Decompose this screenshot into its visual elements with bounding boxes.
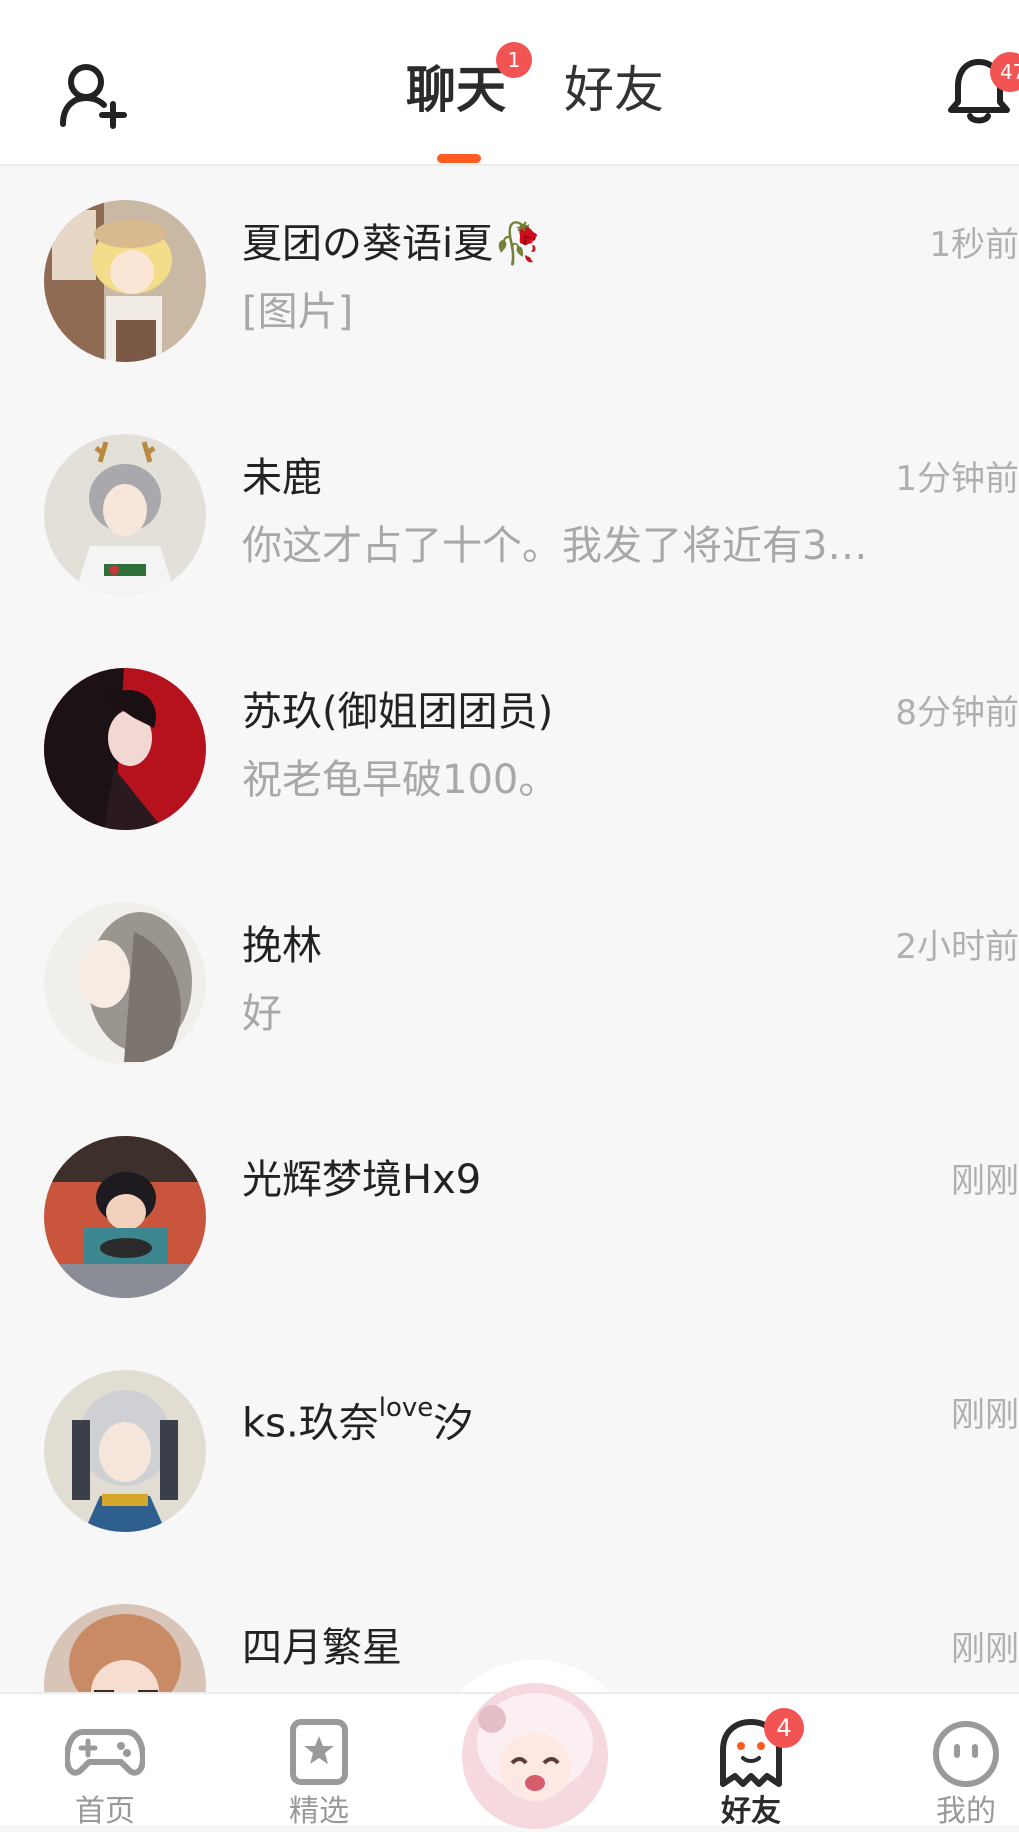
message-time: 刚刚 (951, 1395, 1019, 1435)
message-preview: [图片] (242, 289, 354, 335)
conversation-row[interactable]: 未鹿 你这才占了十个。我发了将近有3… 1分钟前 (0, 400, 1019, 634)
message-preview: 祝老龟早破100。 (242, 757, 559, 803)
nav-label: 首页 (75, 1794, 135, 1829)
conversation-row[interactable]: 光辉梦境Hx9 刚刚 (0, 1102, 1019, 1336)
conversation-row[interactable]: ks.玖奈love汐 刚刚 (0, 1336, 1019, 1570)
message-time: 8分钟前 (895, 693, 1019, 733)
avatar[interactable] (44, 668, 206, 830)
tab-bar: 聊天 1 好友 (0, 0, 1019, 164)
avatar[interactable] (44, 1370, 206, 1532)
contact-name: 未鹿 (242, 455, 322, 501)
avatar[interactable] (44, 902, 206, 1064)
contact-name: 苏玖(御姐团团员) (242, 689, 554, 735)
active-tab-indicator (437, 154, 481, 163)
avatar[interactable] (44, 1136, 206, 1298)
message-time: 刚刚 (951, 1161, 1019, 1201)
top-bar: 聊天 1 好友 47 (0, 0, 1019, 166)
message-time: 刚刚 (951, 1629, 1019, 1669)
friends-badge: 4 (764, 1708, 804, 1748)
conversation-row[interactable]: 挽林 好 2小时前 (0, 868, 1019, 1102)
nav-label: 我的 (936, 1794, 996, 1829)
conversation-row[interactable]: 苏玖(御姐团团员) 祝老龟早破100。 8分钟前 (0, 634, 1019, 868)
tab-friends[interactable]: 好友 (564, 60, 664, 120)
star-bookmark-icon (290, 1719, 348, 1785)
gamepad-icon (65, 1729, 145, 1776)
conversation-row[interactable]: 夏团の葵语i夏🥀 [图片] 1秒前 (0, 166, 1019, 400)
nav-friends[interactable]: 4 好友 (676, 1694, 826, 1829)
nav-featured[interactable]: 精选 (244, 1694, 394, 1829)
nav-label: 好友 (721, 1794, 781, 1829)
tab-chat[interactable]: 聊天 (406, 60, 506, 120)
chat-unread-badge: 1 (496, 42, 532, 78)
avatar[interactable] (44, 200, 206, 362)
contact-name: 光辉梦境Hx9 (242, 1157, 482, 1203)
avatar[interactable] (44, 434, 206, 596)
nav-home[interactable]: 首页 (30, 1694, 180, 1829)
nav-label: 精选 (289, 1794, 349, 1829)
center-avatar-button[interactable] (462, 1683, 608, 1829)
message-time: 1分钟前 (895, 459, 1019, 499)
message-preview: 你这才占了十个。我发了将近有3… (242, 523, 868, 569)
contact-name: 夏团の葵语i夏🥀 (242, 221, 543, 267)
message-time: 1秒前 (929, 225, 1019, 265)
message-preview: 好 (242, 991, 282, 1037)
contact-name: 四月繁星 (242, 1625, 402, 1671)
face-icon (933, 1721, 999, 1787)
nav-profile[interactable]: 我的 (891, 1694, 1019, 1829)
message-time: 2小时前 (895, 927, 1019, 967)
contact-name: ks.玖奈love汐 (242, 1393, 474, 1447)
contact-name: 挽林 (242, 923, 322, 969)
